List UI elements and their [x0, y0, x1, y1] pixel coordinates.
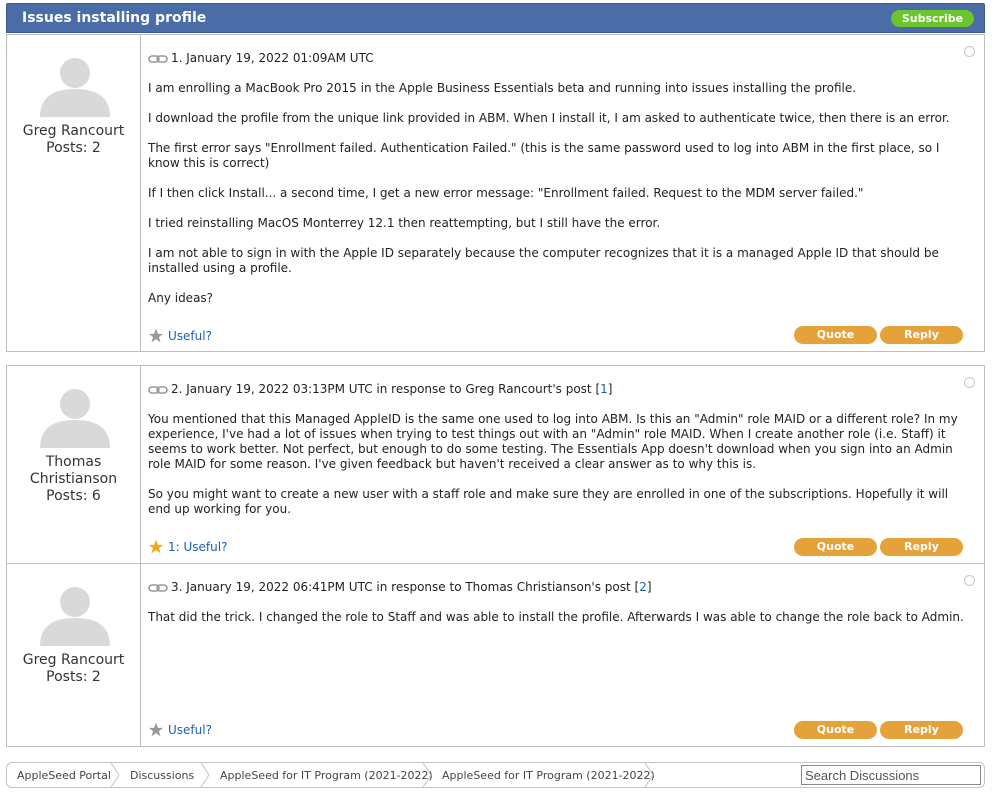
select-radio[interactable]	[964, 46, 975, 57]
star-icon[interactable]	[148, 539, 164, 554]
author-column: Greg Rancourt Posts: 2	[7, 564, 141, 746]
quote-button[interactable]: Quote	[794, 326, 877, 344]
response-link[interactable]: 1	[600, 382, 608, 396]
quote-button[interactable]: Quote	[794, 721, 877, 739]
reply-button[interactable]: Reply	[880, 721, 963, 739]
avatar-icon	[40, 389, 110, 448]
post-meta: 3. January 19, 2022 06:41PM UTC in respo…	[148, 580, 652, 594]
star-icon[interactable]	[148, 722, 164, 737]
subscribe-button[interactable]: Subscribe	[891, 10, 974, 27]
author-post-count: Posts: 2	[46, 669, 101, 685]
author-column: Thomas Christianson Posts: 6	[7, 366, 141, 563]
useful-label[interactable]: 1: Useful?	[168, 540, 227, 554]
avatar-icon	[40, 587, 110, 646]
breadcrumb-separator-icon	[422, 763, 432, 787]
post-meta: 2. January 19, 2022 03:13PM UTC in respo…	[148, 382, 612, 396]
breadcrumb-separator-icon	[200, 763, 210, 787]
author-name-line2[interactable]: Christianson	[7, 471, 140, 488]
author-name[interactable]: Greg Rancourt	[7, 652, 140, 669]
star-icon[interactable]	[148, 328, 164, 343]
response-link[interactable]: 2	[639, 580, 647, 594]
post-meta-text: 1. January 19, 2022 01:09AM UTC	[171, 51, 374, 65]
post-paragraph: I am enrolling a MacBook Pro 2015 in the…	[148, 81, 857, 95]
post-3: Greg Rancourt Posts: 2 3. January 19, 20…	[6, 563, 985, 747]
breadcrumb-item-program-current[interactable]: AppleSeed for IT Program (2021-2022)	[442, 769, 655, 782]
breadcrumb-item-discussions[interactable]: Discussions	[130, 769, 194, 782]
breadcrumb-item-program[interactable]: AppleSeed for IT Program (2021-2022)	[220, 769, 433, 782]
select-radio[interactable]	[964, 377, 975, 388]
post-paragraph: The first error says "Enrollment failed.…	[148, 141, 940, 170]
post-1: Greg Rancourt Posts: 2 1. January 19, 20…	[6, 34, 985, 352]
post-meta-suffix: ]	[607, 382, 613, 396]
post-meta-text: 3. January 19, 2022 06:41PM UTC in respo…	[171, 580, 640, 594]
useful-link[interactable]: Useful?	[148, 722, 212, 737]
author-name[interactable]: Greg Rancourt	[7, 123, 140, 140]
post-paragraph: If I then click Install... a second time…	[148, 186, 864, 200]
useful-label[interactable]: Useful?	[168, 329, 212, 343]
post-paragraph: That did the trick. I changed the role t…	[148, 610, 964, 624]
breadcrumb-separator-icon	[110, 763, 120, 787]
permalink-icon[interactable]	[148, 385, 168, 395]
useful-label[interactable]: Useful?	[168, 723, 212, 737]
breadcrumb-item-portal[interactable]: AppleSeed Portal	[17, 769, 111, 782]
author-post-count: Posts: 2	[46, 140, 101, 156]
permalink-icon[interactable]	[148, 54, 168, 64]
thread-title: Issues installing profile	[22, 10, 207, 26]
permalink-icon[interactable]	[148, 583, 168, 593]
post-paragraph: So you might want to create a new user w…	[148, 487, 949, 516]
reply-button[interactable]: Reply	[880, 538, 963, 556]
author-name[interactable]: Thomas	[7, 454, 140, 471]
author-column: Greg Rancourt Posts: 2	[7, 35, 141, 351]
post-paragraph: I am not able to sign in with the Apple …	[148, 246, 939, 275]
post-2: Thomas Christianson Posts: 6 2. January …	[6, 365, 985, 564]
post-meta-text: 2. January 19, 2022 03:13PM UTC in respo…	[171, 382, 601, 396]
reply-button[interactable]: Reply	[880, 326, 963, 344]
search-input[interactable]	[801, 765, 981, 785]
select-radio[interactable]	[964, 575, 975, 586]
post-paragraph: Any ideas?	[148, 291, 214, 305]
thread-header: Issues installing profile Subscribe	[6, 3, 985, 33]
post-meta: 1. January 19, 2022 01:09AM UTC	[148, 51, 374, 65]
avatar-icon	[40, 58, 110, 117]
post-paragraph: I tried reinstalling MacOS Monterrey 12.…	[148, 216, 661, 230]
author-post-count: Posts: 6	[46, 488, 101, 504]
post-paragraph: You mentioned that this Managed AppleID …	[148, 412, 958, 471]
post-meta-suffix: ]	[646, 580, 652, 594]
breadcrumb-separator-icon	[644, 763, 654, 787]
useful-link[interactable]: Useful?	[148, 328, 212, 343]
post-paragraph: I download the profile from the unique l…	[148, 111, 950, 125]
quote-button[interactable]: Quote	[794, 538, 877, 556]
useful-link[interactable]: 1: Useful?	[148, 539, 227, 554]
